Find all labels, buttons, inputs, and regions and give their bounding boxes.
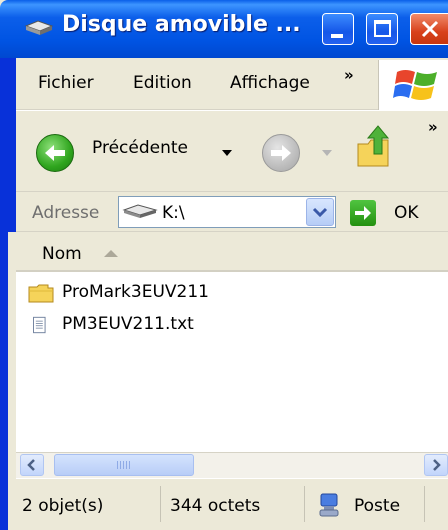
address-label: Adresse — [32, 203, 100, 223]
file-name: ProMark3EUV211 — [62, 282, 209, 302]
minimize-button[interactable] — [322, 13, 354, 45]
back-dropdown-icon[interactable] — [222, 150, 232, 156]
back-arrow-icon — [45, 145, 65, 161]
go-button[interactable] — [350, 200, 376, 226]
folder-icon — [28, 284, 54, 303]
sort-ascending-icon — [104, 250, 118, 257]
scroll-grip — [117, 461, 131, 469]
menu-affichage[interactable]: Affichage — [230, 73, 310, 93]
status-divider — [304, 486, 305, 522]
minimize-icon — [331, 34, 343, 38]
scroll-right-button[interactable] — [424, 454, 448, 476]
up-folder-icon[interactable] — [354, 124, 398, 170]
go-arrow-icon — [355, 206, 371, 220]
back-button[interactable] — [36, 134, 74, 172]
list-item[interactable]: ProMark3EUV211 — [28, 280, 328, 308]
forward-button[interactable] — [262, 134, 300, 172]
toolbar-overflow-chevron[interactable]: » — [428, 118, 438, 136]
address-dropdown-button[interactable] — [306, 198, 334, 226]
window-left-frame-inner — [8, 232, 16, 530]
explorer-window: Disque amovible ... Fichier Edition Affi… — [0, 0, 448, 530]
back-label[interactable]: Précédente — [92, 138, 188, 158]
window-title: Disque amovible ... — [62, 12, 301, 37]
scroll-left-icon — [27, 459, 35, 471]
go-label[interactable]: OK — [394, 203, 419, 223]
forward-dropdown-icon[interactable] — [322, 150, 332, 156]
scroll-thumb[interactable] — [54, 454, 194, 476]
file-name: PM3EUV211.txt — [62, 314, 194, 334]
status-size: 344 octets — [170, 496, 261, 516]
status-divider — [424, 486, 425, 522]
chevron-down-icon — [312, 207, 328, 218]
maximize-icon — [374, 20, 391, 37]
forward-arrow-icon — [271, 145, 291, 161]
list-item[interactable]: PM3EUV211.txt — [28, 312, 328, 340]
status-divider — [160, 486, 161, 522]
windows-flag-icon — [393, 70, 437, 100]
scroll-left-button[interactable] — [20, 454, 44, 476]
address-value: K:\ — [162, 203, 185, 223]
status-zone: Poste — [354, 496, 401, 516]
windows-logo — [378, 60, 448, 110]
scroll-right-icon — [433, 459, 441, 471]
drive-icon — [24, 20, 54, 35]
maximize-button[interactable] — [366, 13, 398, 45]
menu-fichier[interactable]: Fichier — [38, 73, 94, 93]
drive-small-icon — [122, 204, 158, 218]
close-icon — [421, 20, 439, 38]
menu-edition[interactable]: Edition — [133, 73, 192, 93]
text-file-icon — [33, 316, 46, 334]
status-count: 2 objet(s) — [22, 496, 104, 516]
column-header-label[interactable]: Nom — [42, 244, 82, 264]
close-button[interactable] — [410, 13, 448, 45]
computer-zone-icon — [319, 493, 339, 517]
menu-overflow-chevron[interactable]: » — [344, 66, 354, 84]
title-bar[interactable]: Disque amovible ... — [0, 0, 448, 58]
